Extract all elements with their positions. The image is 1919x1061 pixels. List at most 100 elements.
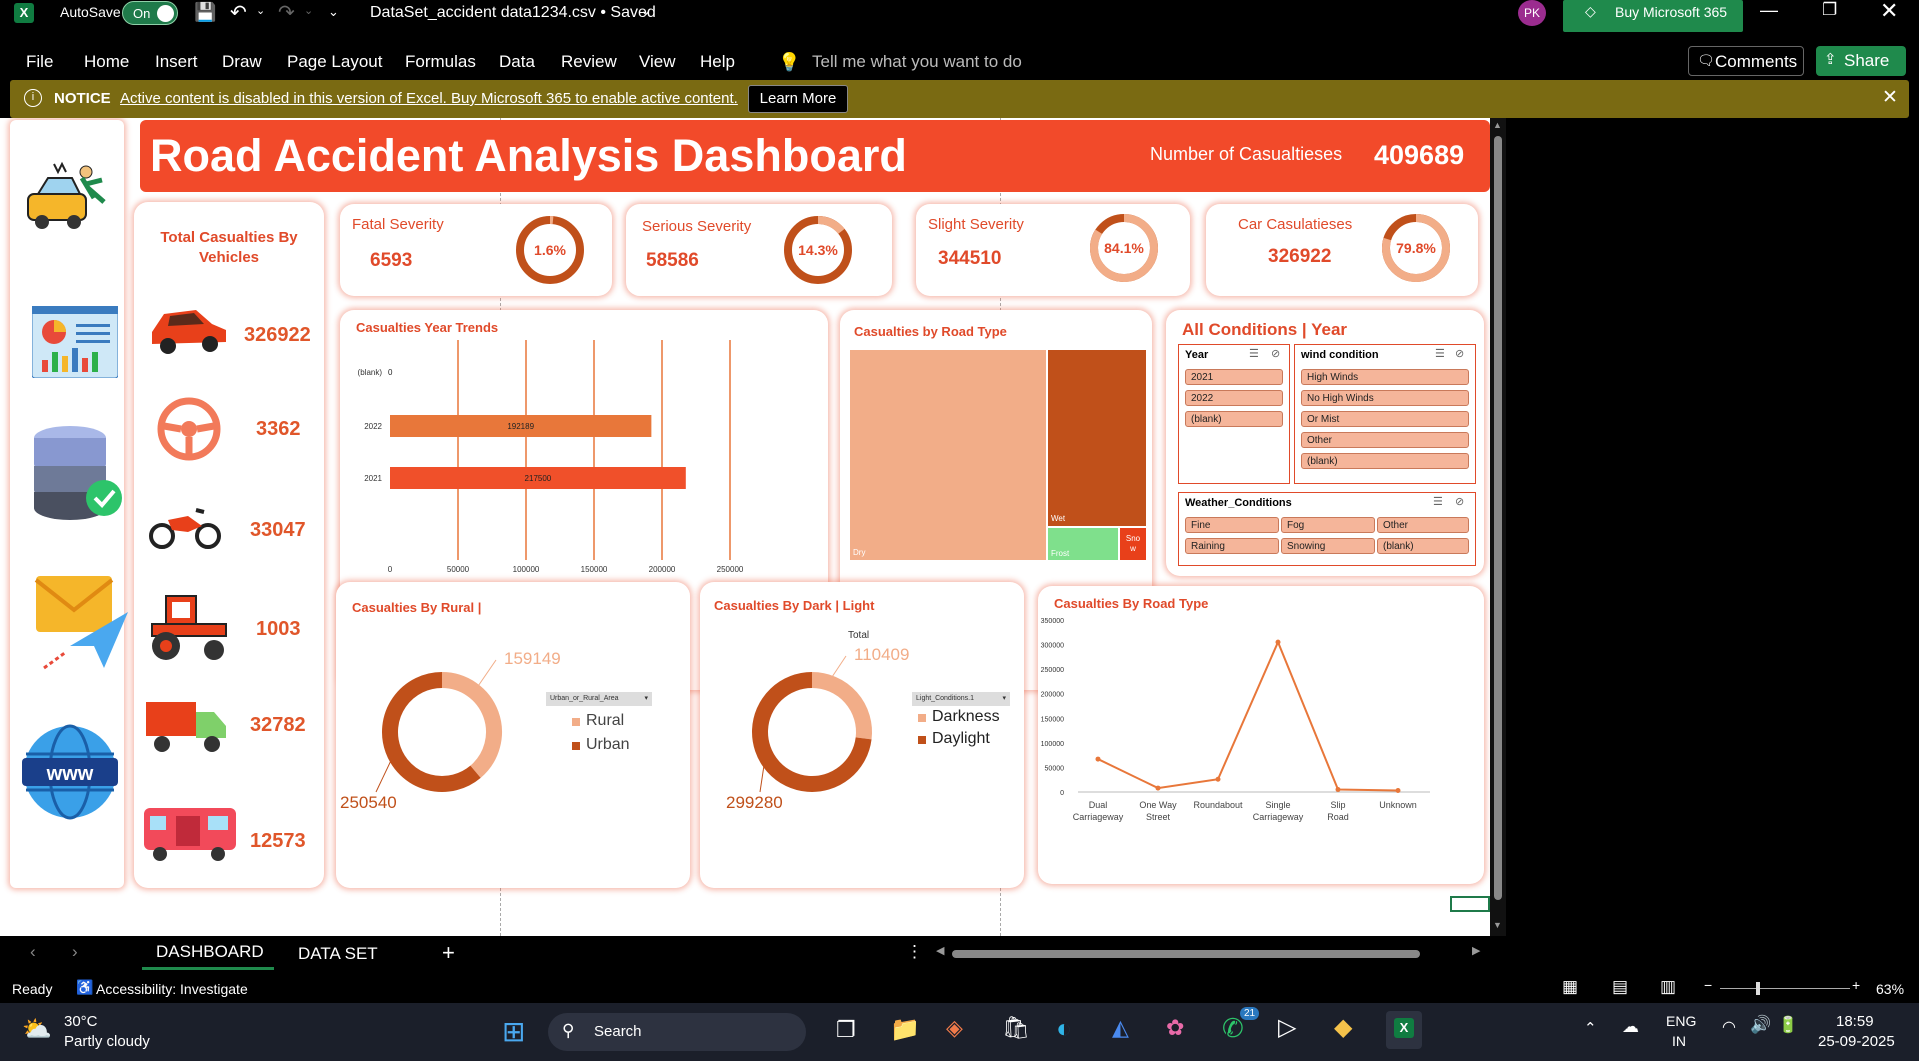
slicer-item[interactable]: (blank) xyxy=(1185,411,1283,427)
undo-dropdown-icon[interactable]: ⌄ xyxy=(256,4,265,17)
task-view-icon[interactable]: ❐ xyxy=(836,1017,856,1043)
zoom-in-icon[interactable]: + xyxy=(1852,977,1860,993)
mail-send-icon[interactable] xyxy=(30,576,130,672)
prev-sheet-icon[interactable]: ‹ xyxy=(30,942,36,962)
slicer-item[interactable]: 2022 xyxy=(1185,390,1283,406)
slicer-item[interactable]: Raining xyxy=(1185,538,1279,554)
zoom-slider-thumb[interactable] xyxy=(1756,982,1760,995)
database-check-icon[interactable] xyxy=(32,424,122,524)
tab-view[interactable]: View xyxy=(639,52,676,72)
multi-select-icon[interactable]: ☰ xyxy=(1249,347,1259,360)
hscroll-left-icon[interactable]: ◀ xyxy=(936,944,944,957)
tab-home[interactable]: Home xyxy=(84,52,129,72)
treemap-dry[interactable]: Dry xyxy=(850,350,1046,560)
slicer-item[interactable]: Other xyxy=(1301,432,1469,448)
tab-data[interactable]: Data xyxy=(499,52,535,72)
app-icon[interactable]: ◭ xyxy=(1112,1015,1129,1041)
tray-chevron-icon[interactable]: ⌃ xyxy=(1584,1019,1597,1037)
buy-m365-button[interactable]: ◇ Buy Microsoft 365 xyxy=(1563,0,1743,32)
horizontal-scrollbar-thumb[interactable] xyxy=(952,950,1420,958)
temperature[interactable]: 30°C xyxy=(64,1013,98,1030)
restore-icon[interactable]: ❐ xyxy=(1822,0,1837,20)
clear-filter-icon[interactable]: ⊘ xyxy=(1271,347,1280,360)
m365-icon[interactable]: ✿ xyxy=(1166,1015,1184,1041)
wifi-icon[interactable]: ◠ xyxy=(1722,1017,1736,1037)
copilot-icon[interactable]: ◈ xyxy=(946,1015,963,1041)
slicer-item[interactable]: High Winds xyxy=(1301,369,1469,385)
treemap-snow[interactable]: Sno w xyxy=(1120,528,1146,560)
selected-cell[interactable] xyxy=(1450,896,1490,912)
edge-icon[interactable]: ◐ xyxy=(1056,1013,1072,1044)
lightbulb-icon[interactable]: 💡 xyxy=(778,52,800,73)
undo-icon[interactable]: ↶ xyxy=(230,0,247,25)
clock-date[interactable]: 25-09-2025 xyxy=(1818,1033,1895,1050)
excel-taskbar-icon[interactable]: X xyxy=(1386,1011,1422,1049)
comments-button[interactable]: 🗨 Comments xyxy=(1688,46,1804,76)
language-secondary[interactable]: IN xyxy=(1672,1033,1686,1049)
slicer-item[interactable]: Fine xyxy=(1185,517,1279,533)
accessibility-status[interactable]: Accessibility: Investigate xyxy=(96,981,248,997)
close-window-icon[interactable]: ✕ xyxy=(1880,0,1898,24)
tab-formulas[interactable]: Formulas xyxy=(405,52,476,72)
tab-dashboard[interactable]: DASHBOARD xyxy=(142,936,274,970)
filename-chevron-icon[interactable]: ⌄ xyxy=(640,2,652,19)
multi-select-icon[interactable]: ☰ xyxy=(1435,347,1445,360)
close-notice-icon[interactable]: ✕ xyxy=(1882,86,1898,109)
page-break-view-icon[interactable]: ▥ xyxy=(1660,977,1676,997)
weather-text[interactable]: Partly cloudy xyxy=(64,1033,150,1050)
notice-link[interactable]: Active content is disabled in this versi… xyxy=(120,90,738,107)
taskbar-search[interactable]: ⚲ Search xyxy=(548,1013,806,1051)
normal-view-icon[interactable]: ▦ xyxy=(1562,977,1578,997)
tab-draw[interactable]: Draw xyxy=(222,52,262,72)
slicer-item[interactable]: 2021 xyxy=(1185,369,1283,385)
tab-review[interactable]: Review xyxy=(561,52,617,72)
windows-start-icon[interactable]: ⊞ xyxy=(502,1015,525,1048)
slicer-item[interactable]: Snowing xyxy=(1281,538,1375,554)
media-player-icon[interactable]: ▷ xyxy=(1278,1013,1296,1042)
clear-filter-icon[interactable]: ⊘ xyxy=(1455,495,1464,508)
accessibility-icon[interactable]: ♿ xyxy=(76,979,93,996)
slicer-item[interactable]: Fog xyxy=(1281,517,1375,533)
accident-icon[interactable] xyxy=(24,158,110,236)
zoom-slider[interactable] xyxy=(1720,982,1850,995)
hscroll-right-icon[interactable]: ▶ xyxy=(1472,944,1480,957)
tab-help[interactable]: Help xyxy=(700,52,735,72)
slicer-item[interactable]: No High Winds xyxy=(1301,390,1469,406)
more-options-icon[interactable]: ⋮ xyxy=(906,942,923,962)
layers-icon[interactable]: ◆ xyxy=(1334,1013,1352,1042)
www-globe-icon[interactable]: www xyxy=(22,724,118,820)
zoom-out-icon[interactable]: − xyxy=(1704,977,1712,993)
volume-icon[interactable]: 🔊 xyxy=(1750,1015,1771,1035)
zoom-level[interactable]: 63% xyxy=(1876,981,1904,997)
add-sheet-button[interactable]: + xyxy=(442,940,455,966)
autosave-toggle[interactable]: On xyxy=(122,1,178,25)
customize-toolbar-icon[interactable]: ⌄ xyxy=(328,4,339,20)
tell-me-input[interactable]: Tell me what you want to do xyxy=(812,52,1022,72)
tab-data-set[interactable]: DATA SET xyxy=(298,944,378,964)
tab-page-layout[interactable]: Page Layout xyxy=(287,52,382,72)
next-sheet-icon[interactable]: › xyxy=(72,942,78,962)
learn-more-button[interactable]: Learn More xyxy=(748,85,848,113)
weather-icon[interactable]: ⛅ xyxy=(22,1015,52,1044)
redo-dropdown-icon[interactable]: ⌄ xyxy=(304,4,313,17)
language-primary[interactable]: ENG xyxy=(1666,1013,1696,1029)
scroll-up-icon[interactable]: ▲ xyxy=(1493,120,1502,130)
worksheet-canvas[interactable]: www Road Accident Analysis Dashboard Num… xyxy=(0,118,1490,936)
slicer-item[interactable]: (blank) xyxy=(1301,453,1469,469)
slicer-item[interactable]: Other xyxy=(1377,517,1469,533)
file-explorer-icon[interactable]: 📁 xyxy=(890,1015,920,1044)
tab-file[interactable]: File xyxy=(26,52,53,72)
minimize-icon[interactable]: — xyxy=(1760,0,1778,21)
avatar[interactable]: PK xyxy=(1518,0,1546,26)
slicer-item[interactable]: (blank) xyxy=(1377,538,1469,554)
multi-select-icon[interactable]: ☰ xyxy=(1433,495,1443,508)
light-filter-button[interactable]: Light_Conditions.1 ▾ xyxy=(912,692,1010,706)
clock-time[interactable]: 18:59 xyxy=(1836,1013,1874,1030)
tab-insert[interactable]: Insert xyxy=(155,52,198,72)
rural-filter-button[interactable]: Urban_or_Rural_Area ▾ xyxy=(546,692,652,706)
treemap-wet[interactable]: Wet xyxy=(1048,350,1146,526)
vertical-scrollbar[interactable]: ▲ ▼ xyxy=(1490,118,1506,936)
clear-filter-icon[interactable]: ⊘ xyxy=(1455,347,1464,360)
scroll-thumb[interactable] xyxy=(1494,136,1502,900)
save-icon[interactable]: 💾 xyxy=(194,2,216,23)
